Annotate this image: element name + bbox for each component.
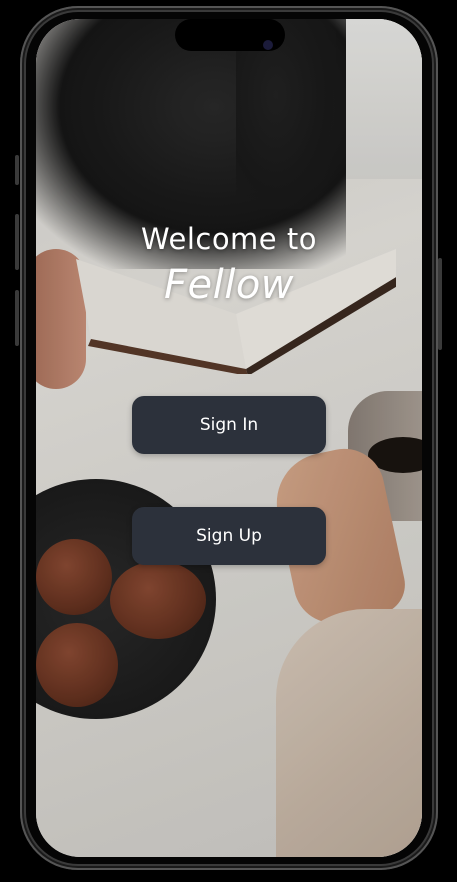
sign-up-button[interactable]: Sign Up bbox=[132, 507, 326, 565]
volume-down-button bbox=[15, 290, 19, 346]
sign-up-label: Sign Up bbox=[196, 526, 262, 546]
silent-switch bbox=[15, 155, 19, 185]
app-name-title: Fellow bbox=[163, 262, 295, 308]
power-button bbox=[438, 258, 442, 350]
sign-in-label: Sign In bbox=[199, 415, 259, 435]
volume-up-button bbox=[15, 214, 19, 270]
sign-in-button[interactable]: Sign In bbox=[132, 396, 326, 454]
welcome-title: Welcome to bbox=[141, 222, 317, 256]
front-camera-icon bbox=[263, 40, 273, 50]
